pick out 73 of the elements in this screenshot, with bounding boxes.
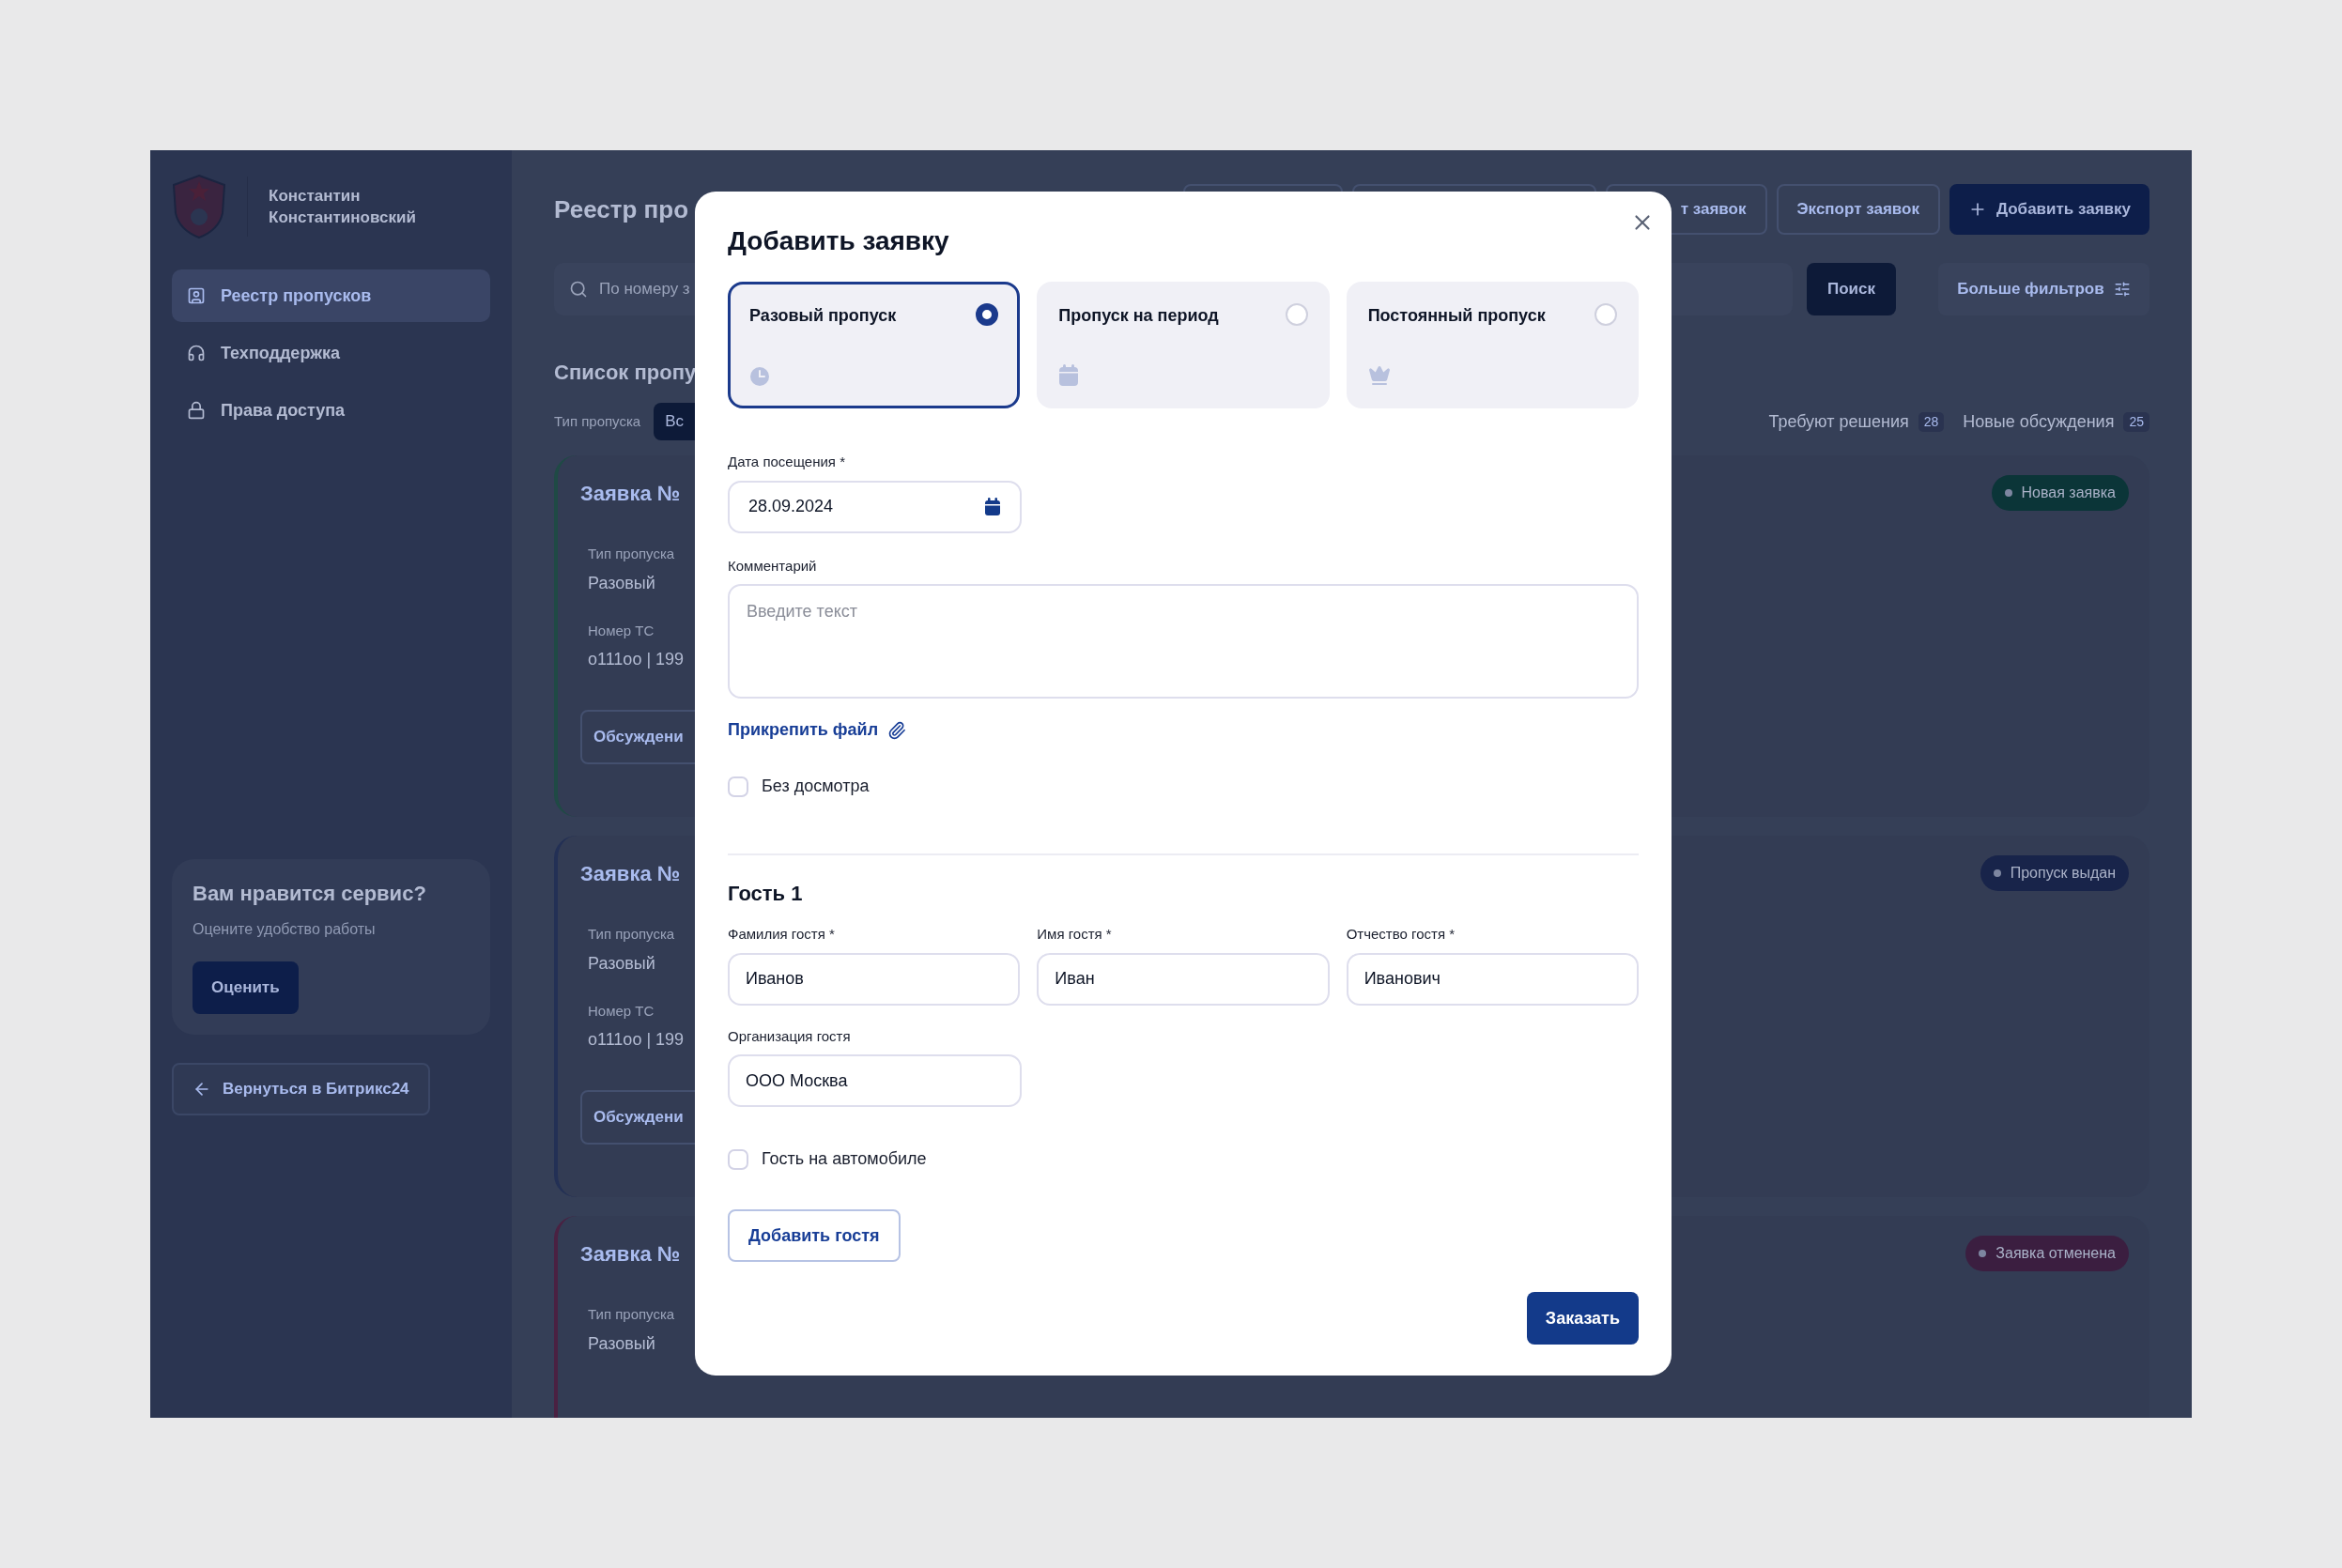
field-label: Имя гостя * [1037,925,1113,944]
checkbox[interactable] [728,776,748,797]
counter-label[interactable]: Новые обсуждения [1963,408,2115,435]
nav-icon [187,286,206,305]
radio-button[interactable] [976,303,999,326]
field-label: Номер ТС [588,621,655,640]
nav-icon [187,401,206,420]
checkbox-label: Без досмотра [762,776,870,797]
back-button[interactable]: Вернуться в Битрикс24 [172,1063,430,1115]
status-badge: Новая заявка [1991,475,2129,511]
pass-type-label: Постоянный пропуск [1367,305,1546,327]
text-field[interactable]: ООО Москва [728,1054,1022,1107]
nav-item[interactable]: Реестр пропусков [172,269,490,322]
modal-title: Добавить заявку [728,225,950,257]
counter-badge: 28 [1918,411,1945,432]
request-title: Заявка № [580,480,681,507]
field-value: о111оо | 199 [588,1029,685,1051]
field-label: Организация гостя [728,1026,852,1046]
rate-button[interactable]: Оценить [193,961,299,1014]
add-guest-button[interactable]: Добавить гостя [728,1209,901,1262]
toolbar-button[interactable]: Экспорт заявок [1776,184,1940,235]
calendar-icon [984,497,1001,516]
text-field[interactable]: Иванович [1346,952,1639,1006]
pass-type-card[interactable]: Пропуск на период [1037,282,1330,408]
request-title: Заявка № [580,1240,681,1268]
pass-type-card[interactable]: Постоянный пропуск [1346,282,1639,408]
page-title: Реестр про [554,193,689,225]
text-field[interactable]: Иван [1037,952,1330,1006]
search-button[interactable]: Поиск [1807,263,1896,315]
paperclip-icon [887,720,907,740]
nav-item[interactable]: Техподдержка [172,327,490,379]
nav-item[interactable]: Права доступа [172,384,490,437]
toolbar-button[interactable]: Добавить заявку [1949,184,2149,235]
date-field[interactable]: 28.09.2024 [728,480,1022,533]
calendar-icon [1058,364,1080,387]
field-label: Тип пропуска [588,1305,675,1324]
crown-icon [1367,364,1391,387]
clock-icon [749,366,770,387]
promo-subtitle: Оцените удобство работы [193,920,376,939]
pass-type-card[interactable]: Разовый пропуск [728,282,1021,408]
user-name: Константин Константиновский [269,186,417,228]
more-filters-button[interactable]: Больше фильтров [1938,263,2149,315]
crest-logo [172,174,226,239]
sliders-icon [2113,281,2131,298]
pass-type-label: Разовый пропуск [749,305,897,327]
field-value: Разовый [588,572,656,594]
pass-type-label: Пропуск на период [1058,305,1219,327]
field-value: Разовый [588,952,656,975]
submit-button[interactable]: Заказать [1526,1292,1639,1345]
comment-field[interactable]: Введите текст [728,584,1639,699]
checkbox[interactable] [728,1148,748,1170]
field-label: Дата посещения * [728,453,846,471]
filter-label: Тип пропуска [554,411,641,431]
field-label: Номер ТС [588,1001,655,1021]
text-field[interactable]: Иванов [728,952,1021,1006]
guest-title: Гость 1 [728,881,804,907]
field-label: Комментарий [728,556,818,576]
search-icon [569,280,588,299]
field-label: Тип пропуска [588,545,676,563]
field-label: Фамилия гостя * [728,925,836,944]
status-badge: Пропуск выдан [1980,855,2129,891]
list-title: Список пропу [554,360,697,386]
field-label: Тип пропуска [588,925,676,944]
nav-icon [187,344,206,362]
counter-badge: 25 [2123,411,2149,432]
request-title: Заявка № [580,860,681,887]
checkbox-label: Гость на автомобиле [762,1148,927,1170]
field-value: Разовый [588,1332,656,1355]
promo-title: Вам нравится сервис? [193,881,426,907]
field-value: о111оо | 199 [588,649,685,670]
field-label: Отчество гостя * [1346,925,1456,944]
counter-label[interactable]: Требуют решения [1768,408,1909,435]
status-badge: Заявка отменена [1965,1236,2129,1271]
